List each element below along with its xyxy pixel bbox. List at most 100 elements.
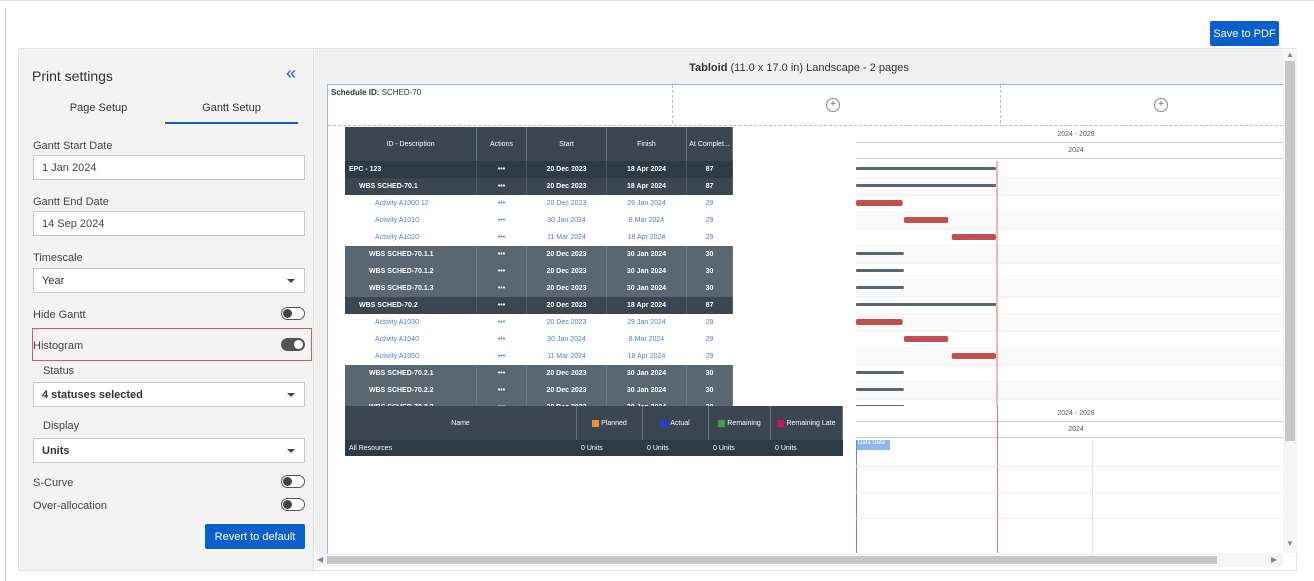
row-finish: 30 Jan 2024 [607,263,687,280]
table-row[interactable]: WBS SCHED-70.1.1 ••• 20 Dec 2023 30 Jan 202… [345,246,733,263]
histogram-header: Name Planned Actual Remaining Remaining … [345,406,843,440]
hist-col-remaining-late: Remaining Late [771,406,843,440]
row-at-completion: 30 [687,263,733,280]
table-row[interactable]: Activity A1040 ••• 30 Jan 2024 8 Mar 2024 29 [345,331,733,348]
print-preview: Tabloid (11.0 x 17.0 in) Landscape - 2 p… [315,49,1283,553]
histogram-toggle[interactable] [281,338,305,351]
add-header-item-icon[interactable]: + [1154,98,1168,112]
row-actions[interactable]: ••• [477,365,527,382]
table-row[interactable]: WBS SCHED-70.2.1 ••• 20 Dec 2023 30 Jan 202… [345,365,733,382]
col-at-completion[interactable]: At Complet... [687,127,733,161]
row-finish: 18 Apr 2024 [607,161,687,178]
scroll-right-icon[interactable]: ▶ [1271,555,1277,564]
paper-details: (11.0 x 17.0 in) Landscape - 2 pages [727,62,909,74]
row-actions[interactable]: ••• [477,229,527,246]
row-name: WBS SCHED-70.1.1 [345,246,477,263]
row-actions[interactable]: ••• [477,195,527,212]
status-select[interactable]: 4 statuses selected [33,382,305,407]
row-actions[interactable]: ••• [477,382,527,399]
row-actions[interactable]: ••• [477,297,527,314]
gantt-start-input[interactable]: 1 Jan 2024 [33,155,305,180]
preview-title: Tabloid (11.0 x 17.0 in) Landscape - 2 p… [315,62,1283,74]
table-row[interactable]: Activity A1030 ••• 20 Dec 2023 29 Jan 2024 2… [345,314,733,331]
horizontal-scrollbar[interactable]: ◀ ▶ [315,553,1283,567]
histogram-grid-line [856,492,1283,493]
table-row[interactable]: WBS SCHED-70.2.2 ••• 20 Dec 2023 30 Jan 202… [345,382,733,399]
row-start: 20 Dec 2023 [527,178,607,195]
gantt-chart: 2024 - 2028 2024 [856,127,1283,407]
hist-col-name: Name [345,406,577,440]
overallocation-toggle[interactable] [281,498,305,511]
save-to-pdf-button[interactable]: Save to PDF [1210,21,1279,46]
row-actions[interactable]: ••• [477,212,527,229]
gantt-bar [856,252,904,255]
scroll-left-icon[interactable]: ◀ [317,555,323,564]
gantt-end-input[interactable]: 14 Sep 2024 [33,211,305,236]
schedule-id-value: SCHED-70 [381,88,422,97]
timescale-select[interactable]: Year [33,268,305,293]
toggle-knob [283,309,292,318]
histogram-grid-line [856,466,1283,467]
row-at-completion: 29 [687,314,733,331]
table-row[interactable]: WBS SCHED-70.1.3 ••• 20 Dec 2023 30 Jan 202… [345,280,733,297]
table-row[interactable]: Activity A1010 ••• 30 Jan 2024 8 Mar 2024 29 [345,212,733,229]
col-id-description[interactable]: ID - Description [345,127,477,161]
col-finish[interactable]: Finish [607,127,687,161]
row-name: WBS SCHED-70.2 [345,297,477,314]
hist-row-name: All Resources [349,444,393,452]
row-finish: 18 Apr 2024 [607,178,687,195]
col-start[interactable]: Start [527,127,607,161]
row-actions[interactable]: ••• [477,280,527,297]
preview-page: Schedule ID: SCHED-70 + + ID - Descripti… [327,84,1283,553]
scurve-toggle[interactable] [281,475,305,488]
col-actions[interactable]: Actions [477,127,527,161]
table-row[interactable]: Activity A1000 12 ••• 20 Dec 2023 29 Jan 20… [345,195,733,212]
gantt-bar [856,319,903,325]
row-name: Activity A1050 [345,348,477,365]
add-header-item-icon[interactable]: + [826,98,840,112]
row-name: WBS SCHED-70.1.2 [345,263,477,280]
hist-col-actual-label: Actual [670,419,690,427]
row-finish: 8 Mar 2024 [607,212,687,229]
window-left-border [5,8,6,581]
table-row[interactable]: Activity A1050 ••• 11 Mar 2024 18 Apr 2024 2… [345,348,733,365]
gantt-bar [856,303,996,306]
scroll-up-icon[interactable]: ▲ [1286,50,1294,59]
row-actions[interactable]: ••• [477,314,527,331]
vertical-scrollbar[interactable]: ▲ ▼ [1283,49,1297,553]
table-row[interactable]: WBS SCHED-70.1 ••• 20 Dec 2023 18 Apr 2024 8… [345,178,733,195]
table-row[interactable]: WBS SCHED-70.2 ••• 20 Dec 2023 18 Apr 2024 8… [345,297,733,314]
revert-to-default-button[interactable]: Revert to default [205,524,305,549]
table-row[interactable]: Activity A1020 ••• 11 Mar 2024 18 Apr 2024 2… [345,229,733,246]
table-row[interactable]: EPC - 123 ••• 20 Dec 2023 18 Apr 2024 87 [345,161,733,178]
row-actions[interactable]: ••• [477,331,527,348]
hist-col-remaining-label: Remaining [727,419,761,427]
status-label: Status [43,365,75,377]
histogram: Name Planned Actual Remaining Remaining … [345,406,1283,553]
tab-page-setup[interactable]: Page Setup [32,96,165,124]
collapse-panel-icon[interactable]: « [286,63,296,84]
horizontal-scroll-thumb[interactable] [327,556,1217,564]
row-name: WBS SCHED-70.2.2 [345,382,477,399]
scroll-down-icon[interactable]: ▼ [1286,539,1294,548]
row-start: 20 Dec 2023 [527,297,607,314]
tab-gantt-setup[interactable]: Gantt Setup [165,96,298,124]
table-row[interactable]: WBS SCHED-70.1.2 ••• 20 Dec 2023 30 Jan 202… [345,263,733,280]
hide-gantt-toggle[interactable] [281,307,305,320]
vertical-scroll-thumb[interactable] [1285,61,1295,441]
data-date-line [856,440,857,553]
display-select[interactable]: Units [33,438,305,463]
row-actions[interactable]: ••• [477,246,527,263]
schedule-id-label: Schedule ID: [331,88,380,97]
gantt-bar [856,388,904,391]
row-actions[interactable]: ••• [477,348,527,365]
row-actions[interactable]: ••• [477,161,527,178]
row-actions[interactable]: ••• [477,178,527,195]
print-settings-panel: Print settings « Page Setup Gantt Setup … [19,49,314,570]
hist-row-remaining-late: 0 Units [775,444,797,452]
scurve-row: S-Curve [33,475,305,491]
row-start: 20 Dec 2023 [527,382,607,399]
row-at-completion: 87 [687,161,733,178]
row-actions[interactable]: ••• [477,263,527,280]
histogram-row-all-resources: All Resources 0 Units 0 Units 0 Units 0 … [345,440,843,456]
